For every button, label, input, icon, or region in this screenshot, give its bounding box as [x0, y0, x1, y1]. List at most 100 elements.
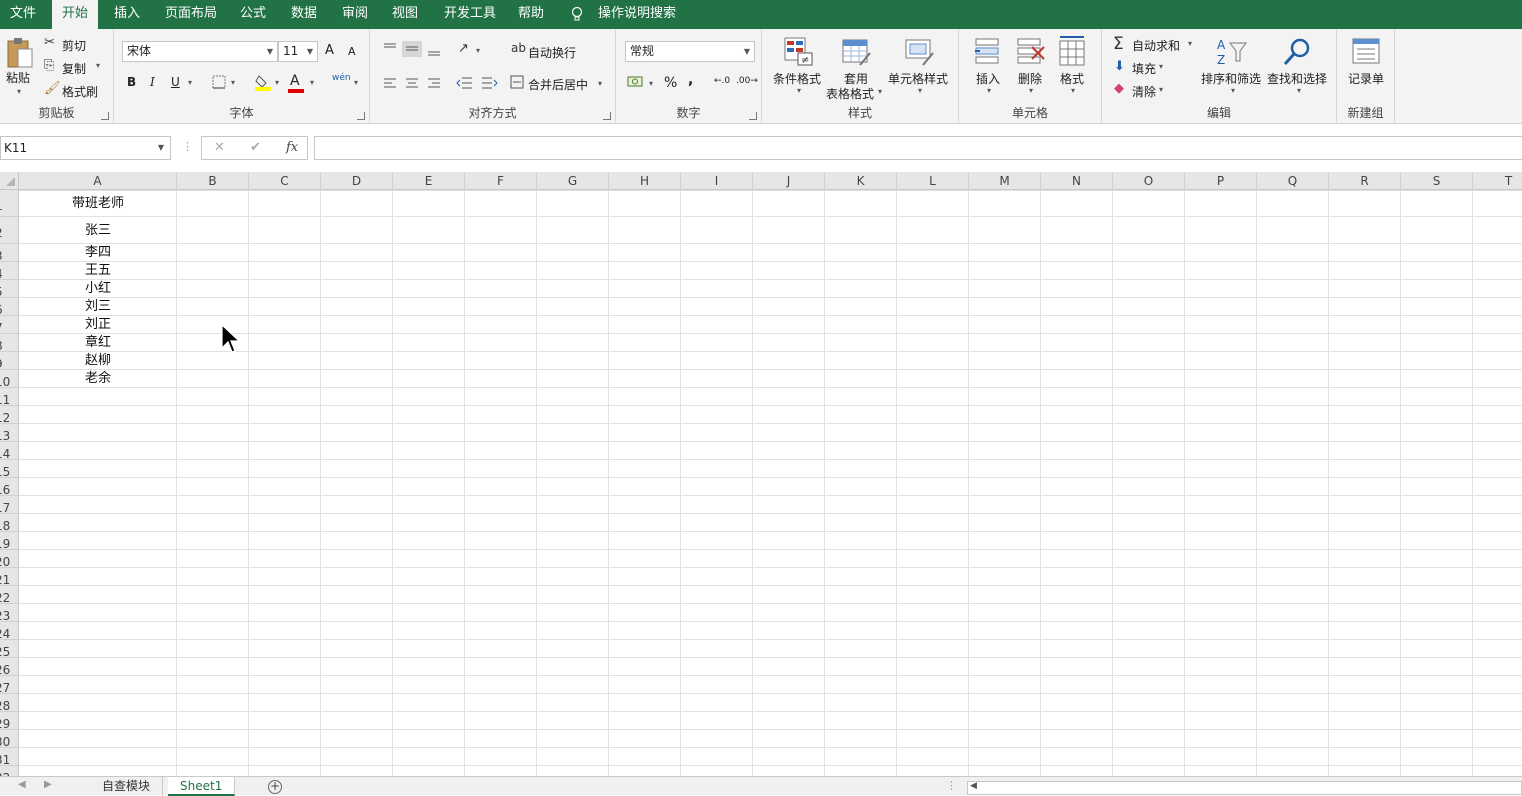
row-header-11[interactable]: 11	[0, 388, 18, 406]
border-icon[interactable]	[212, 75, 226, 89]
fill-color-icon[interactable]	[255, 73, 271, 91]
cell-area[interactable]: 带班老师 张三 李四 王五 小红 刘三 刘正 章红 赵柳 老余	[19, 190, 1522, 776]
percent-button[interactable]: %	[664, 75, 677, 91]
row-header-28[interactable]: 28	[0, 694, 18, 712]
font-size-select[interactable]: 11 ▼	[278, 41, 318, 62]
sort-filter-button[interactable]: 排序和筛选	[1201, 70, 1261, 87]
row-header-7[interactable]: 7	[0, 316, 18, 334]
clear-dropdown-icon[interactable]: ▾	[1159, 85, 1163, 94]
column-header-g[interactable]: G	[537, 172, 609, 190]
tab-page-layout[interactable]: 页面布局	[155, 0, 227, 29]
cell-a9[interactable]: 赵柳	[19, 352, 177, 370]
sheet-tab-1[interactable]: 自查模块	[90, 777, 164, 796]
formula-bar-grip-icon[interactable]: ⋮	[182, 140, 193, 153]
row-header-16[interactable]: 16	[0, 478, 18, 496]
row-header-15[interactable]: 15	[0, 460, 18, 478]
increase-decimal-icon[interactable]: ←.0	[714, 76, 730, 86]
font-color-dropdown-icon[interactable]: ▾	[310, 78, 314, 87]
tab-formulas[interactable]: 公式	[230, 0, 276, 29]
currency-dropdown-icon[interactable]: ▾	[649, 79, 653, 88]
column-header-f[interactable]: F	[465, 172, 537, 190]
shrink-font-button[interactable]: A	[348, 45, 356, 58]
row-header-22[interactable]: 22	[0, 586, 18, 604]
row-header-8[interactable]: 8	[0, 334, 18, 352]
tab-help[interactable]: 帮助	[508, 0, 554, 29]
row-header-30[interactable]: 30	[0, 730, 18, 748]
autosum-button[interactable]: 自动求和	[1132, 37, 1180, 54]
formula-input[interactable]	[314, 136, 1522, 160]
horizontal-align-icons[interactable]	[382, 77, 444, 89]
tab-data[interactable]: 数据	[281, 0, 327, 29]
copy-button[interactable]: 复制	[62, 60, 86, 77]
row-header-9[interactable]: 9	[0, 352, 18, 370]
row-header-12[interactable]: 12	[0, 406, 18, 424]
cell-a3[interactable]: 李四	[19, 244, 177, 262]
column-header-n[interactable]: N	[1041, 172, 1113, 190]
row-header-13[interactable]: 13	[0, 424, 18, 442]
sheet-tab-2[interactable]: Sheet1	[168, 777, 236, 796]
comma-button[interactable]: ,	[688, 72, 693, 88]
paste-button[interactable]: 粘贴	[6, 69, 30, 86]
format-as-table-button[interactable]: 表格格式	[826, 85, 874, 102]
column-header-s[interactable]: S	[1401, 172, 1473, 190]
enter-icon[interactable]: ✔	[250, 140, 261, 155]
column-header-a[interactable]: A	[19, 172, 177, 190]
column-header-j[interactable]: J	[753, 172, 825, 190]
add-sheet-button[interactable]: +	[268, 780, 282, 794]
insert-function-icon[interactable]: fx	[286, 140, 298, 155]
find-dropdown-icon[interactable]: ▾	[1297, 86, 1301, 95]
tab-view[interactable]: 视图	[382, 0, 428, 29]
cancel-icon[interactable]: ✕	[214, 140, 225, 155]
delete-cells-button[interactable]: 删除	[1018, 70, 1042, 87]
alignment-launcher-icon[interactable]	[603, 112, 611, 120]
vertical-align-icons[interactable]	[382, 41, 444, 57]
underline-dropdown-icon[interactable]: ▾	[188, 78, 192, 87]
cell-a1-header[interactable]: 带班老师	[19, 190, 177, 217]
column-header-m[interactable]: M	[969, 172, 1041, 190]
sort-dropdown-icon[interactable]: ▾	[1231, 86, 1235, 95]
column-header-e[interactable]: E	[393, 172, 465, 190]
tell-me-search[interactable]: 操作说明搜索	[588, 0, 686, 29]
insert-cells-button[interactable]: 插入	[976, 70, 1000, 87]
conditional-format-dropdown-icon[interactable]: ▾	[797, 86, 801, 95]
border-dropdown-icon[interactable]: ▾	[231, 78, 235, 87]
number-launcher-icon[interactable]	[749, 112, 757, 120]
cut-button[interactable]: 剪切	[62, 37, 86, 54]
fill-button[interactable]: 填充	[1132, 60, 1156, 77]
chevron-down-icon[interactable]: ▼	[158, 137, 164, 159]
orientation-dropdown-icon[interactable]: ▾	[476, 46, 480, 55]
underline-button[interactable]: U	[171, 75, 180, 89]
row-header-6[interactable]: 6	[0, 298, 18, 316]
italic-button[interactable]: I	[150, 75, 155, 89]
tab-insert[interactable]: 插入	[104, 0, 150, 29]
phonetic-icon[interactable]: wén	[332, 73, 351, 83]
font-name-select[interactable]: 宋体 ▼	[122, 41, 278, 62]
column-header-i[interactable]: I	[681, 172, 753, 190]
row-header-14[interactable]: 14	[0, 442, 18, 460]
wrap-text-button[interactable]: 自动换行	[528, 44, 576, 61]
merge-dropdown-icon[interactable]: ▾	[598, 79, 602, 88]
copy-dropdown-icon[interactable]: ▾	[96, 61, 100, 70]
currency-icon[interactable]	[627, 75, 645, 89]
row-header-19[interactable]: 19	[0, 532, 18, 550]
orientation-icon[interactable]: ↗	[458, 41, 469, 56]
cell-a5[interactable]: 小红	[19, 280, 177, 298]
column-header-q[interactable]: Q	[1257, 172, 1329, 190]
row-header-3[interactable]: 3	[0, 244, 18, 262]
number-format-select[interactable]: 常规 ▼	[625, 41, 755, 62]
clipboard-launcher-icon[interactable]	[101, 112, 109, 120]
row-header-10[interactable]: 10	[0, 370, 18, 388]
tab-split-grip-icon[interactable]: ⋮	[946, 779, 957, 792]
select-all-corner[interactable]	[0, 172, 19, 190]
delete-dropdown-icon[interactable]: ▾	[1029, 86, 1033, 95]
row-header-23[interactable]: 23	[0, 604, 18, 622]
font-color-icon[interactable]: A	[290, 73, 300, 89]
autosum-dropdown-icon[interactable]: ▾	[1188, 39, 1192, 48]
form-button[interactable]: 记录单	[1348, 70, 1384, 87]
row-header-25[interactable]: 25	[0, 640, 18, 658]
phonetic-dropdown-icon[interactable]: ▾	[354, 78, 358, 87]
row-header-26[interactable]: 26	[0, 658, 18, 676]
format-as-table-dropdown-icon[interactable]: ▾	[878, 87, 882, 96]
insert-dropdown-icon[interactable]: ▾	[987, 86, 991, 95]
paste-dropdown-icon[interactable]: ▾	[17, 87, 21, 96]
